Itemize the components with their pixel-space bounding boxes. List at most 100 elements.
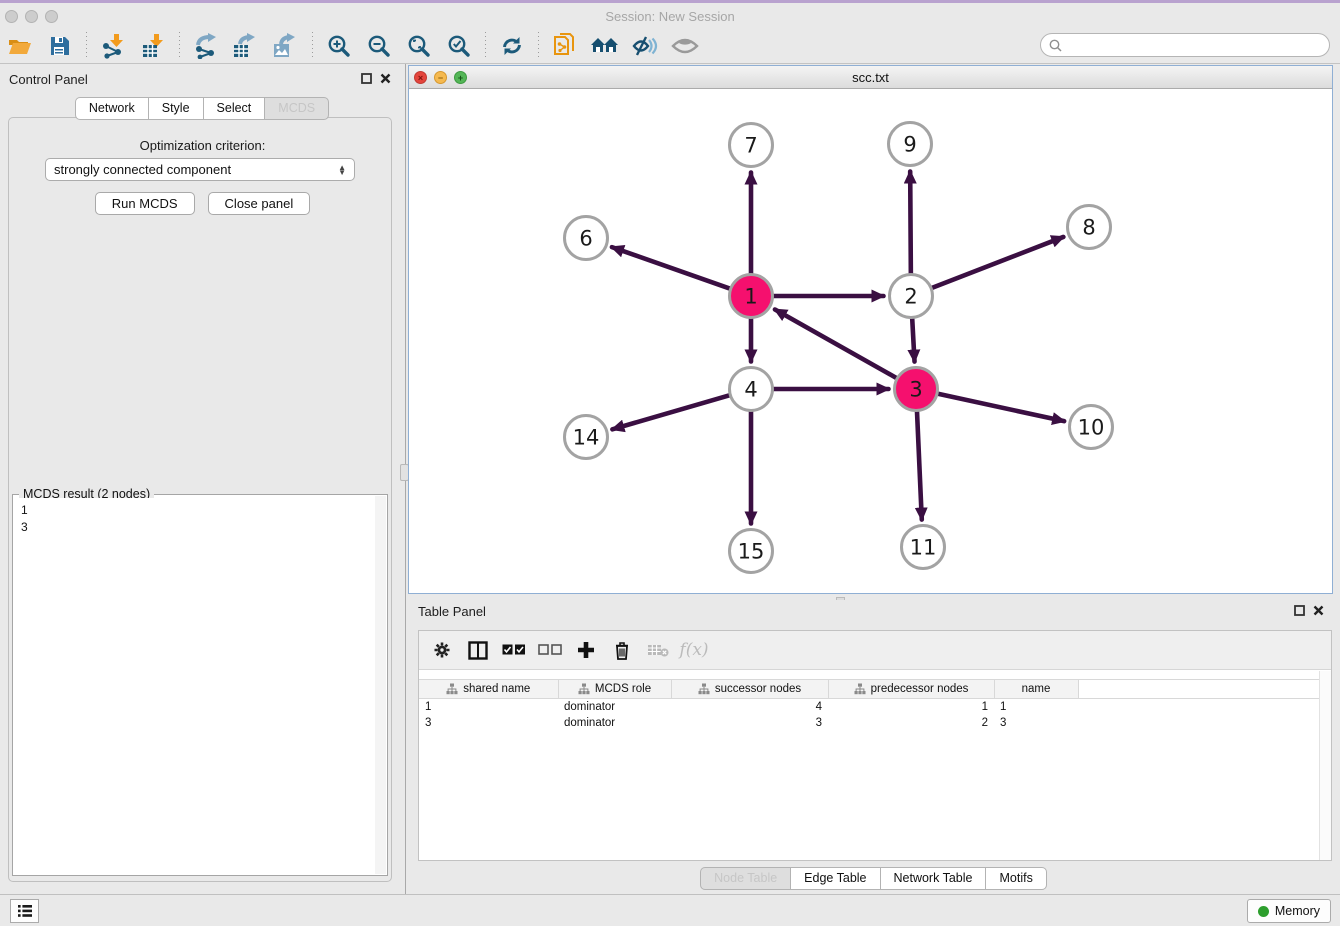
table-cell[interactable]: dominator xyxy=(558,715,671,731)
save-session-button[interactable] xyxy=(45,33,75,59)
result-scrollbar[interactable] xyxy=(375,496,386,874)
zoom-out-button[interactable] xyxy=(364,33,394,59)
graph-node-7[interactable]: 7 xyxy=(730,124,773,167)
graph-node-14[interactable]: 14 xyxy=(565,416,608,459)
column-header-MCDS-role[interactable]: MCDS role xyxy=(558,680,671,699)
edge-3-1[interactable] xyxy=(775,310,896,378)
tab-style[interactable]: Style xyxy=(148,97,204,120)
node-label: 6 xyxy=(579,227,592,251)
edge-1-6[interactable] xyxy=(612,247,730,288)
table-toolbar: f(x) xyxy=(419,631,1331,670)
tab-motifs[interactable]: Motifs xyxy=(985,867,1046,890)
show-tasks-button[interactable] xyxy=(10,899,39,923)
tab-network[interactable]: Network xyxy=(75,97,149,120)
zoom-in-button[interactable] xyxy=(324,33,354,59)
graph-node-15[interactable]: 15 xyxy=(730,530,773,573)
edge-2-8[interactable] xyxy=(932,237,1063,288)
close-panel-button[interactable]: Close panel xyxy=(208,192,311,215)
table-cell[interactable]: dominator xyxy=(558,699,671,715)
close-panel-icon[interactable] xyxy=(380,73,391,84)
tab-edge-table[interactable]: Edge Table xyxy=(790,867,880,890)
graph-node-1[interactable]: 1 xyxy=(730,275,773,318)
network-canvas[interactable]: 1 2 3 4 6 7 8 9 10 11 14 15 xyxy=(409,89,1332,593)
run-mcds-button[interactable]: Run MCDS xyxy=(95,192,195,215)
column-header-predecessor-nodes[interactable]: predecessor nodes xyxy=(828,680,994,699)
delete-table-icon xyxy=(647,643,669,657)
criterion-dropdown[interactable]: strongly connected component ▲▼ xyxy=(45,158,355,181)
table-cell[interactable]: 1 xyxy=(828,699,994,715)
table-cell[interactable]: 3 xyxy=(419,715,558,731)
hide-graphics-button[interactable] xyxy=(630,33,660,59)
float-table-panel-icon[interactable] xyxy=(1294,605,1305,616)
export-table-button[interactable] xyxy=(231,33,261,59)
table-options-button[interactable] xyxy=(429,641,455,659)
zoom-selected-button[interactable] xyxy=(444,33,474,59)
zoom-in-icon xyxy=(327,34,351,58)
network-window-title: scc.txt xyxy=(409,70,1332,85)
table-panel: Table Panel xyxy=(408,600,1340,894)
graph-node-6[interactable]: 6 xyxy=(565,217,608,260)
table-row[interactable]: 3dominator323 xyxy=(419,715,1320,731)
result-item[interactable]: 3 xyxy=(21,519,375,536)
column-header-label: MCDS role xyxy=(595,683,651,695)
graph-node-10[interactable]: 10 xyxy=(1070,406,1113,449)
import-table-button[interactable] xyxy=(138,33,168,59)
node-label: 9 xyxy=(903,133,916,157)
export-image-button[interactable] xyxy=(271,33,301,59)
select-all-columns-button[interactable] xyxy=(501,644,527,656)
copy-style-button[interactable] xyxy=(550,33,580,59)
edge-3-11[interactable] xyxy=(917,411,922,519)
edge-4-14[interactable] xyxy=(612,395,729,429)
tab-node-table[interactable]: Node Table xyxy=(700,867,791,890)
tab-select[interactable]: Select xyxy=(203,97,266,120)
float-panel-icon[interactable] xyxy=(361,73,372,84)
table-panel-tabs: Node TableEdge TableNetwork TableMotifs xyxy=(408,867,1340,890)
graph-node-3[interactable]: 3 xyxy=(895,368,938,411)
node-table[interactable]: shared name MCDS role successor nodes prede… xyxy=(419,679,1320,731)
graph-node-8[interactable]: 8 xyxy=(1068,206,1111,249)
graph-node-2[interactable]: 2 xyxy=(890,275,933,318)
result-item[interactable]: 1 xyxy=(21,502,375,519)
refresh-button[interactable] xyxy=(497,33,527,59)
tab-network-table[interactable]: Network Table xyxy=(880,867,987,890)
node-label: 8 xyxy=(1082,216,1095,240)
import-network-button[interactable] xyxy=(98,33,128,59)
edge-3-10[interactable] xyxy=(938,394,1064,421)
memory-button[interactable]: Memory xyxy=(1247,899,1331,923)
tab-mcds[interactable]: MCDS xyxy=(264,97,329,120)
zoom-fit-button[interactable] xyxy=(404,33,434,59)
table-cell[interactable]: 1 xyxy=(419,699,558,715)
delete-column-button[interactable] xyxy=(609,641,635,660)
home-views-button[interactable] xyxy=(590,33,620,59)
table-cell[interactable]: 1 xyxy=(994,699,1078,715)
unselect-all-columns-button[interactable] xyxy=(537,644,563,656)
graph-node-11[interactable]: 11 xyxy=(902,526,945,569)
mcds-result-list[interactable]: 13 xyxy=(14,498,375,874)
table-scrollbar[interactable] xyxy=(1319,671,1331,860)
search-input[interactable] xyxy=(1067,38,1329,52)
main-area: Control Panel NetworkStyleSelectMCDS Opt… xyxy=(0,64,1340,894)
table-row[interactable]: 1dominator411 xyxy=(419,699,1320,715)
column-header-shared-name[interactable]: shared name xyxy=(419,680,558,699)
column-header-successor-nodes[interactable]: successor nodes xyxy=(671,680,828,699)
open-session-button[interactable] xyxy=(5,33,35,59)
create-column-button[interactable] xyxy=(573,641,599,659)
graph-node-4[interactable]: 4 xyxy=(730,368,773,411)
network-window-titlebar[interactable]: × − + scc.txt xyxy=(409,66,1332,89)
graph-node-9[interactable]: 9 xyxy=(889,123,932,166)
edge-2-9[interactable] xyxy=(910,171,911,273)
column-view-button[interactable] xyxy=(465,641,491,660)
table-cell[interactable]: 3 xyxy=(671,715,828,731)
control-panel-tabs: NetworkStyleSelectMCDS xyxy=(0,97,405,120)
search-field[interactable] xyxy=(1040,33,1330,57)
close-table-panel-icon[interactable] xyxy=(1313,605,1324,616)
column-header-name[interactable]: name xyxy=(994,680,1078,699)
column-header-label: predecessor nodes xyxy=(871,683,969,695)
show-graphics-button[interactable] xyxy=(670,33,700,59)
edge-2-3[interactable] xyxy=(912,318,914,361)
table-cell[interactable]: 2 xyxy=(828,715,994,731)
export-network-button[interactable] xyxy=(191,33,221,59)
column-header-label: shared name xyxy=(463,683,530,695)
table-cell[interactable]: 3 xyxy=(994,715,1078,731)
table-cell[interactable]: 4 xyxy=(671,699,828,715)
